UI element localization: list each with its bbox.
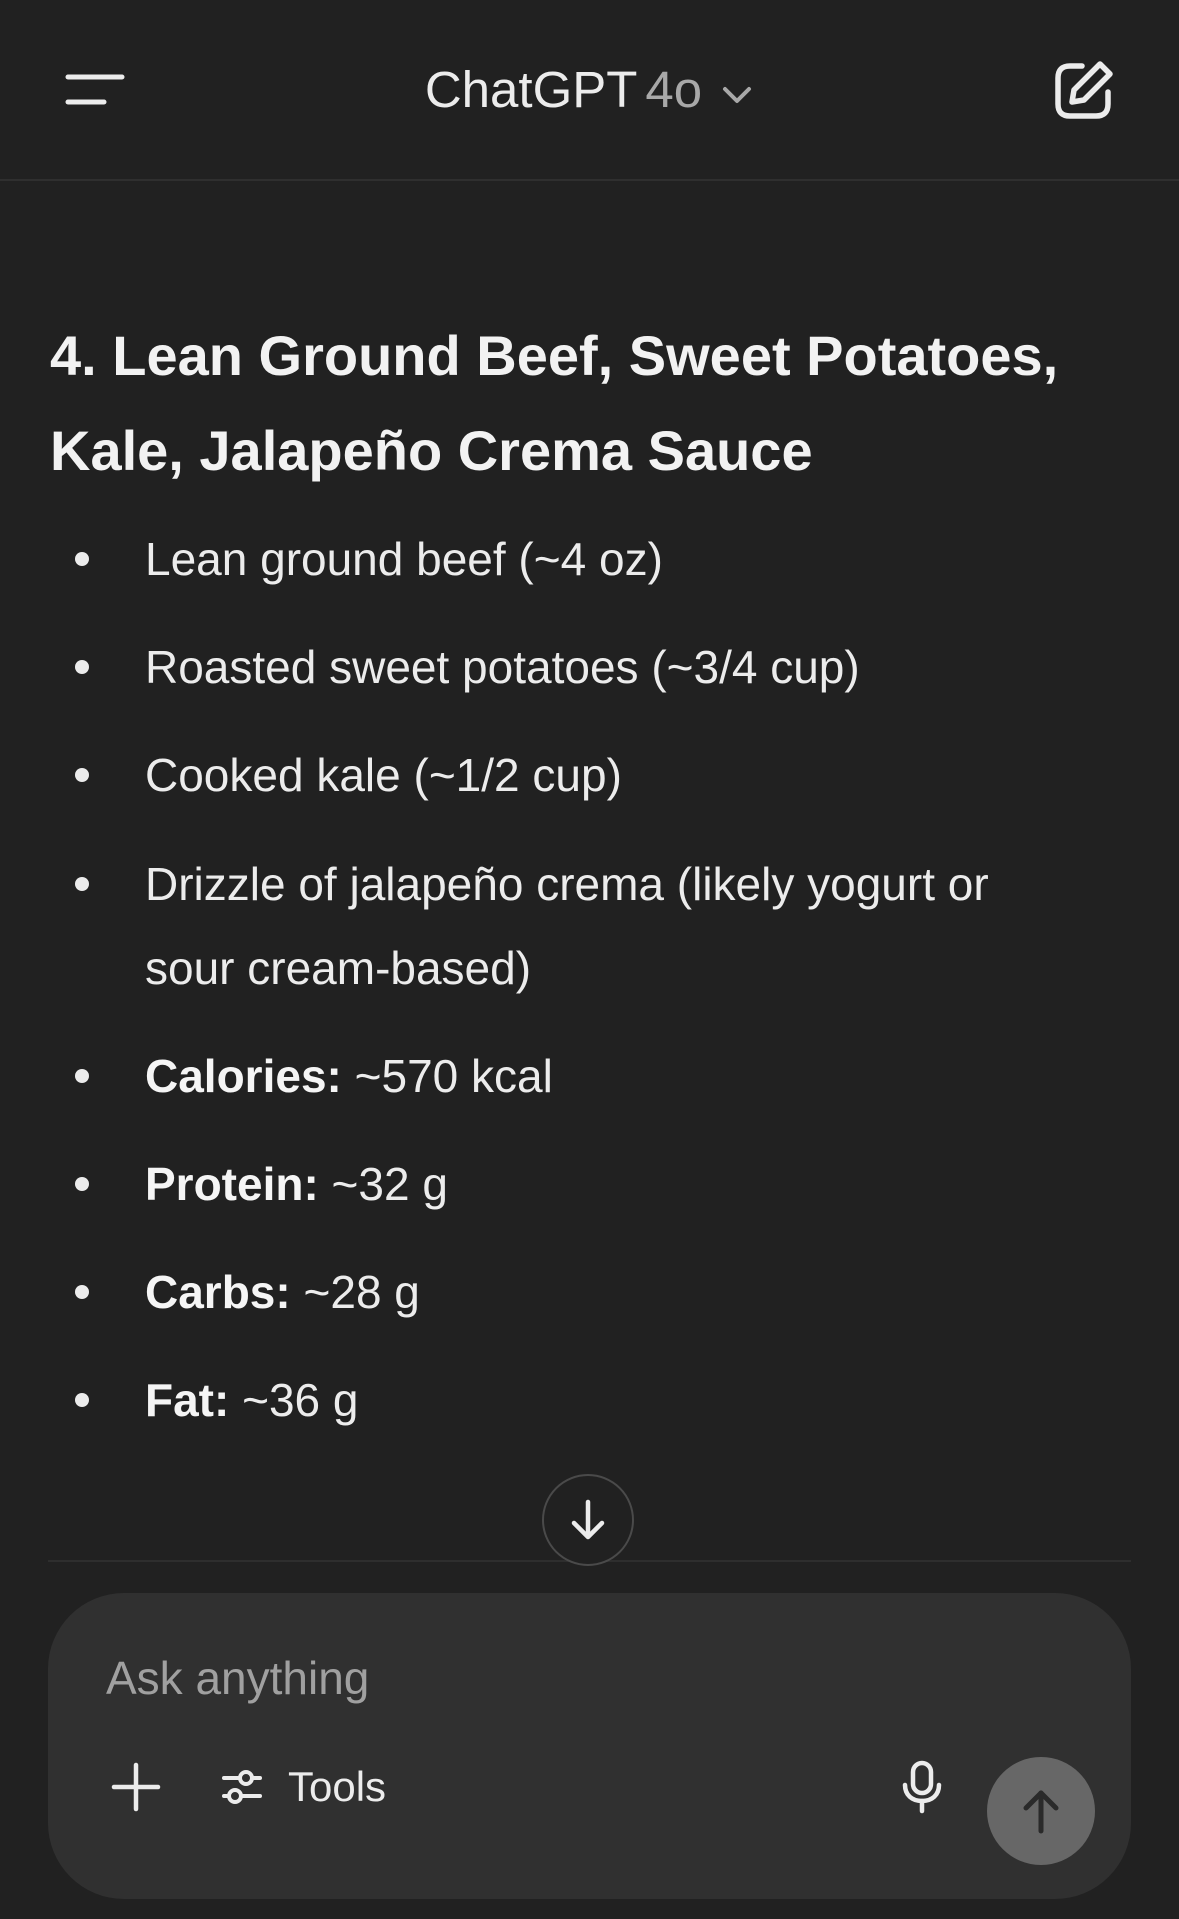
heading-line-1: 4. Lean Ground Beef, Sweet Potatoes,	[50, 324, 1059, 387]
composer: Tools	[48, 1593, 1131, 1899]
model-name: 4o	[645, 61, 703, 118]
bullet-point	[75, 552, 89, 566]
arrow-up-icon	[1023, 1790, 1059, 1834]
list-item-text: Carbs: ~28 g	[145, 1250, 1085, 1334]
voice-input-button[interactable]	[888, 1753, 956, 1821]
edit-icon	[1055, 61, 1113, 119]
heading-line-2: Kale, Jalapeño Crema Sauce	[50, 419, 813, 482]
arrow-down-icon	[571, 1499, 605, 1540]
chevron-down-icon	[720, 58, 754, 122]
list-item-text: Protein: ~32 g	[145, 1142, 1085, 1226]
tools-button[interactable]: Tools	[220, 1753, 386, 1821]
microphone-icon	[902, 1760, 942, 1814]
scroll-to-bottom-button[interactable]	[542, 1474, 634, 1566]
tools-label: Tools	[288, 1763, 387, 1810]
bullet-point	[75, 1393, 89, 1407]
nutrition-value: ~28 g	[290, 1266, 420, 1318]
list-item-text: Lean ground beef (~4 oz)	[145, 533, 663, 585]
nutrition-label: Calories:	[145, 1050, 342, 1102]
bullet-point	[75, 877, 89, 891]
plus-icon	[111, 1762, 161, 1812]
add-attachment-button[interactable]	[108, 1759, 164, 1815]
bullet-point	[75, 1069, 89, 1083]
model-selector[interactable]: ChatGPT 4o	[0, 58, 1179, 122]
nutrition-label: Protein:	[145, 1158, 319, 1210]
bullet-point	[75, 1285, 89, 1299]
bullet-point	[75, 768, 89, 782]
nutrition-value: ~32 g	[318, 1158, 448, 1210]
list-item-text: Calories: ~570 kcal	[145, 1034, 1085, 1118]
send-button[interactable]	[987, 1757, 1095, 1865]
bullet-point	[75, 1177, 89, 1191]
nutrition-label: Carbs:	[145, 1266, 291, 1318]
list-item-text-line-1: Drizzle of jalapeño crema (likely yogurt…	[145, 858, 989, 910]
list-item-text: Roasted sweet potatoes (~3/4 cup)	[145, 641, 860, 693]
sliders-icon	[222, 1770, 262, 1804]
nutrition-label: Fat:	[145, 1374, 230, 1426]
new-chat-button[interactable]	[1048, 56, 1118, 126]
nutrition-value: ~36 g	[229, 1374, 359, 1426]
message-input[interactable]	[106, 1645, 1006, 1711]
nutrition-value: ~570 kcal	[341, 1050, 553, 1102]
bullet-point	[75, 660, 89, 674]
list-item-text: Fat: ~36 g	[145, 1358, 1085, 1442]
top-bar: ChatGPT 4o	[0, 0, 1179, 181]
list-item-text: Cooked kale (~1/2 cup)	[145, 749, 622, 801]
app-title: ChatGPT	[424, 61, 638, 118]
list-item-text-line-2: sour cream-based)	[145, 942, 532, 994]
list-item-text: Drizzle of jalapeño crema (likely yogurt…	[145, 842, 1085, 1010]
message-heading: 4. Lean Ground Beef, Sweet Potatoes, Kal…	[50, 308, 1130, 498]
